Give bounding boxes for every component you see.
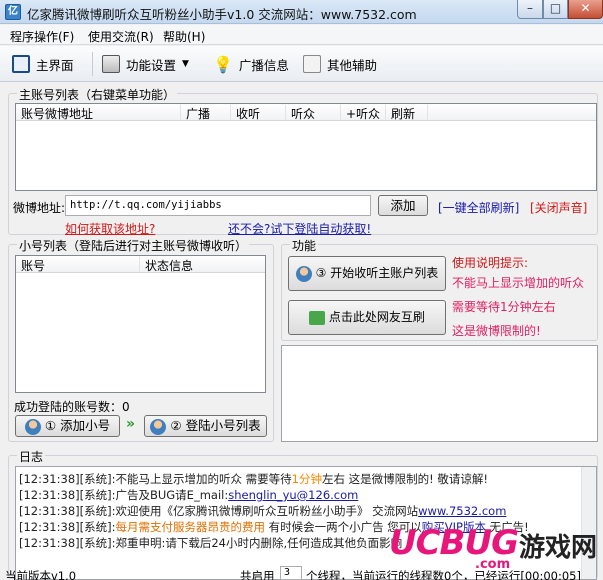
- menu-bar: 程序操作(F) 使用交流(R) 帮助(H): [0, 25, 603, 45]
- add-button[interactable]: 添加: [378, 195, 428, 216]
- add-sub-account-button[interactable]: ① 添加小号: [15, 415, 120, 437]
- notepad-icon: [303, 55, 321, 73]
- col-plus-listeners[interactable]: +听众: [341, 105, 386, 121]
- minimize-button[interactable]: –: [517, 0, 543, 19]
- close-button[interactable]: ✕: [568, 0, 603, 19]
- email-link[interactable]: shenglin_yu@126.com: [228, 488, 358, 502]
- main-account-legend: 主账号列表（右键菜单功能）: [17, 86, 178, 103]
- user-icon: [295, 265, 312, 282]
- sub-account-legend: 小号列表（登陆后进行对主账号微博收听）: [17, 237, 250, 254]
- how-to-get-link[interactable]: 如何获取该地址?: [65, 220, 155, 237]
- weibo-url-input[interactable]: http://t.qq.com/yijiabbs: [65, 195, 371, 216]
- ucbug-watermark: UCBUG 游戏网 .com: [389, 523, 598, 572]
- col-follow[interactable]: 收听: [231, 105, 286, 121]
- auto-get-link[interactable]: 还不会?试下登陆自动获取!: [228, 220, 371, 237]
- mutual-follow-button[interactable]: 点击此处网友互刷: [288, 300, 446, 335]
- maximize-button[interactable]: □: [543, 0, 568, 19]
- main-view-button[interactable]: 主界面: [12, 52, 74, 76]
- user-icon: [150, 418, 167, 435]
- col-weibo-url[interactable]: 账号微博地址: [16, 105, 181, 121]
- dropdown-arrow-icon: ▼: [182, 59, 189, 69]
- list-header: 账号微博地址 广播 收听 听众 +听众 刷新: [16, 104, 596, 121]
- log-legend: 日志: [17, 448, 46, 465]
- main-account-list[interactable]: 账号微博地址 广播 收听 听众 +听众 刷新: [15, 103, 597, 191]
- tip-line: 不能马上显示增加的听众: [452, 276, 585, 290]
- other-tools-button[interactable]: 其他辅助: [303, 52, 377, 76]
- tip-line: 这是微博限制的!: [452, 324, 541, 338]
- col-broadcast[interactable]: 广播: [181, 105, 231, 121]
- tips-title: 使用说明提示:: [452, 256, 529, 270]
- title-bar: 亿 亿家腾讯微博刷听众互听粉丝小助手v1.0 交流网站：www.7532.com…: [0, 0, 603, 24]
- function-legend: 功能: [290, 237, 319, 254]
- menu-program[interactable]: 程序操作(F): [10, 28, 74, 45]
- threads-input[interactable]: 3: [280, 566, 302, 580]
- weibo-url-label: 微博地址:: [13, 201, 66, 215]
- window-icon: [12, 55, 30, 73]
- menu-help[interactable]: 帮助(H): [163, 28, 205, 45]
- log-line: [12:31:38][系统]:广告及BUG请E_mail:shenglin_yu…: [19, 488, 359, 502]
- app-icon: 亿: [5, 4, 21, 20]
- log-line: [12:31:38][系统]:郑重申明:请下载后24小时内删除,任何造成其他负面…: [19, 536, 403, 550]
- sub-account-list[interactable]: 账号 状态信息: [15, 255, 266, 393]
- lightbulb-icon: 💡: [213, 54, 233, 74]
- settings-button[interactable]: 功能设置 ▼: [102, 52, 189, 76]
- threads-label: 共启用: [240, 569, 275, 580]
- refresh-all-link[interactable]: [一键全部刷新]: [438, 199, 519, 216]
- version-label: 当前版本v1.0: [5, 569, 77, 580]
- col-status[interactable]: 状态信息: [140, 257, 267, 273]
- col-refresh[interactable]: 刷新: [386, 105, 428, 121]
- col-account[interactable]: 账号: [16, 257, 140, 273]
- toolbar: 主界面 功能设置 ▼ 💡 广播信息 其他辅助: [0, 46, 603, 82]
- mute-link[interactable]: [关闭声音]: [530, 199, 587, 216]
- start-follow-button[interactable]: ③ 开始收听主账户列表: [288, 256, 446, 291]
- menu-exchange[interactable]: 使用交流(R): [88, 28, 154, 45]
- window-title: 亿家腾讯微博刷听众互听粉丝小助手v1.0 交流网站：www.7532.com: [27, 7, 417, 22]
- tip-line: 需要等待1分钟左右: [452, 300, 556, 314]
- info-text-area[interactable]: [281, 345, 598, 442]
- sub-list-header: 账号 状态信息: [16, 256, 265, 273]
- success-login-count: 0: [122, 400, 130, 414]
- user-icon: [24, 418, 41, 435]
- settings-icon: [102, 55, 120, 73]
- login-sub-accounts-button[interactable]: ② 登陆小号列表: [144, 415, 267, 437]
- col-listeners[interactable]: 听众: [286, 105, 341, 121]
- success-login-label: 成功登陆的账号数：0: [14, 400, 130, 414]
- broadcast-button[interactable]: 💡 广播信息: [213, 52, 289, 76]
- computer-icon: [309, 310, 326, 325]
- next-arrow-icon: »: [126, 416, 136, 432]
- log-line: [12:31:38][系统]:不能马上显示增加的听众 需要等待1分钟左右 这是微…: [19, 472, 488, 486]
